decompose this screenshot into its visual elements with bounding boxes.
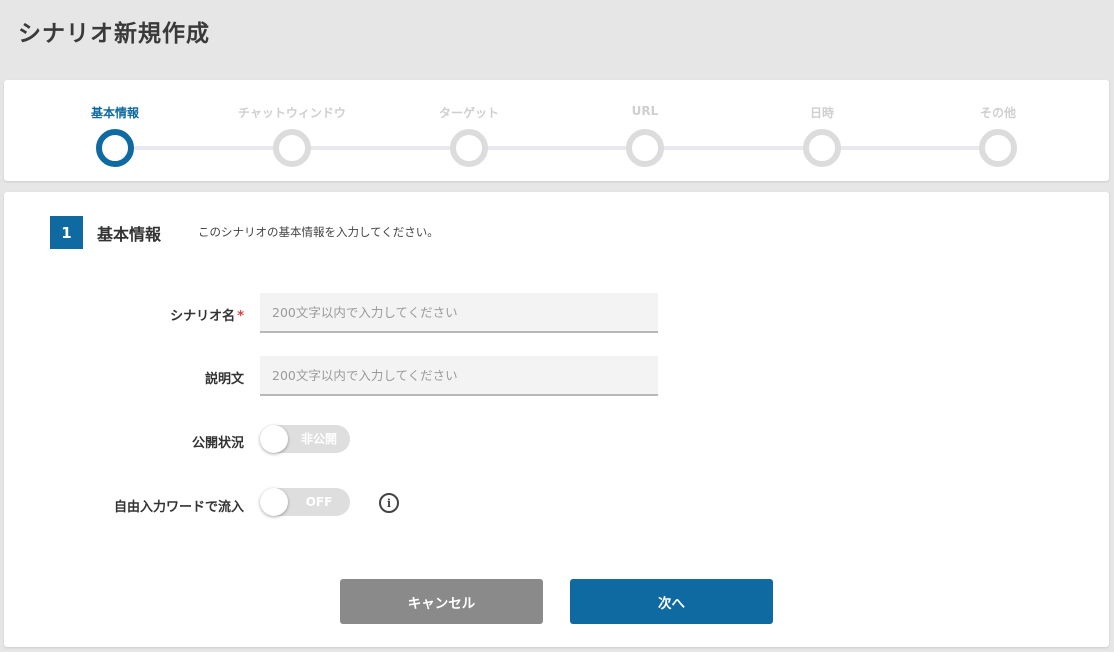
section-number-badge: 1 xyxy=(50,216,83,249)
step-label: 基本情報 xyxy=(90,106,139,120)
free-word-toggle[interactable]: OFF xyxy=(260,488,350,516)
toggle-text: OFF xyxy=(305,495,333,509)
scenario-name-input[interactable] xyxy=(260,293,658,333)
step-circle xyxy=(96,129,134,167)
step-label: チャットウィンドウ xyxy=(238,106,346,120)
toggle-knob xyxy=(260,488,288,516)
required-mark: * xyxy=(237,309,244,324)
step-circle xyxy=(450,129,488,167)
step-circle xyxy=(626,129,664,167)
step-label: ターゲット xyxy=(438,106,499,120)
section-description: このシナリオの基本情報を入力してください。 xyxy=(198,225,439,239)
description-input[interactable] xyxy=(260,356,658,396)
step-label: 日時 xyxy=(809,106,834,120)
step-datetime[interactable]: 日時 xyxy=(742,80,902,180)
info-icon[interactable]: i xyxy=(379,493,399,513)
step-circle xyxy=(273,129,311,167)
scenario-name-label: シナリオ名 * xyxy=(170,305,244,324)
visibility-toggle[interactable]: 非公開 xyxy=(260,425,350,453)
section-title: 基本情報 xyxy=(97,225,162,244)
stepper-card: 基本情報 チャットウィンドウ ターゲット URL 日時 その他 xyxy=(4,80,1109,181)
step-other[interactable]: その他 xyxy=(918,80,1078,180)
page-title: シナリオ新規作成 xyxy=(18,21,210,47)
step-url[interactable]: URL xyxy=(565,80,725,180)
toggle-knob xyxy=(260,425,288,453)
free-word-label: 自由入力ワードで流入 xyxy=(113,500,244,515)
form-card: 1 基本情報 このシナリオの基本情報を入力してください。 シナリオ名* 説明文 … xyxy=(4,192,1109,647)
description-label: 説明文 xyxy=(204,372,244,387)
step-target[interactable]: ターゲット xyxy=(389,80,549,180)
step-basic-info[interactable]: 基本情報 xyxy=(35,80,195,180)
next-button[interactable]: 次へ xyxy=(570,579,773,624)
step-circle xyxy=(979,129,1017,167)
step-chat-window[interactable]: チャットウィンドウ xyxy=(212,80,372,180)
step-circle xyxy=(803,129,841,167)
step-label: URL xyxy=(631,104,659,118)
toggle-text: 非公開 xyxy=(300,432,337,446)
scenario-name-label-text: シナリオ名 xyxy=(170,309,236,324)
step-label: その他 xyxy=(979,106,1016,120)
cancel-button[interactable]: キャンセル xyxy=(340,579,543,624)
visibility-label: 公開状況 xyxy=(191,436,244,451)
